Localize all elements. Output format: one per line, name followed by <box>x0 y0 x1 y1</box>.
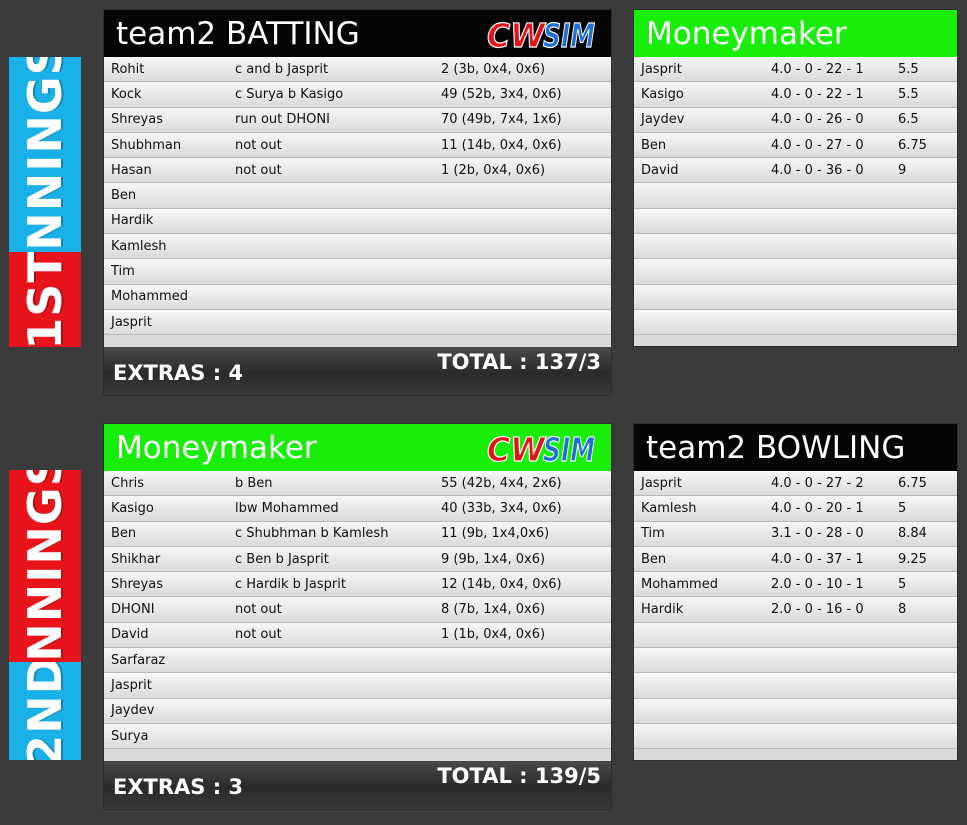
table-row: Hasan not out 1 (2b, 0x4, 0x6) <box>104 158 611 184</box>
table-row: Kock c Surya b Kasigo 49 (52b, 3x4, 0x6) <box>104 82 611 108</box>
innings-1-bowling-card: Moneymaker Jasprit 4.0 - 0 - 22 - 1 5.5 Ka… <box>634 10 957 346</box>
innings-2-label-ordinal: 2ND <box>9 662 81 760</box>
table-row: Chris b Ben 55 (42b, 4x4, 2x6) <box>104 471 611 497</box>
table-row <box>634 183 957 209</box>
table-row <box>634 648 957 674</box>
table-row: Kamlesh 4.0 - 0 - 20 - 15 <box>634 496 957 522</box>
table-row: DHONI not out 8 (7b, 1x4, 0x6) <box>104 597 611 623</box>
extras-label: EXTRAS : 3 <box>113 775 244 799</box>
table-row <box>634 284 957 310</box>
table-row: Hardik <box>104 208 611 235</box>
innings-1-batting-title: team2 BATTING <box>116 15 360 52</box>
table-row: Shreyas c Hardik b Jasprit 12 (14b, 0x4, 0… <box>104 572 611 598</box>
table-row <box>634 234 957 260</box>
innings-2-batting-title: Moneymaker <box>116 429 317 466</box>
table-row <box>634 259 957 285</box>
table-row: Surya <box>104 723 611 750</box>
table-row: Mohammed <box>104 284 611 310</box>
innings-1-bowling-title: Moneymaker <box>646 15 847 52</box>
innings-1-label-ordinal: 1ST <box>9 252 81 347</box>
svg-text:SIM: SIM <box>543 16 595 54</box>
cwsim-logo: CW SIM <box>486 429 595 468</box>
table-row: Jasprit 4.0 - 0 - 27 - 2 6.75 <box>634 471 957 497</box>
svg-text:CW: CW <box>487 16 547 54</box>
table-row: Ben 4.0 - 0 - 27 - 0 6.75 <box>634 132 957 159</box>
table-row <box>634 723 957 750</box>
table-row: Kasigo lbw Mohammed 40 (33b, 3x4, 0x6) <box>104 496 611 522</box>
total-label: TOTAL : 137/3 <box>437 350 601 374</box>
table-row <box>634 673 957 699</box>
table-row: Jaydev 4.0 - 0 - 26 - 0 6.5 <box>634 107 957 133</box>
table-row: Ben <box>104 183 611 209</box>
table-row: Ben 4.0 - 0 - 37 - 1 9.25 <box>634 546 957 573</box>
table-row: Sarfaraz <box>104 648 611 674</box>
innings-2-bowling-card: team2 BOWLING Jasprit 4.0 - 0 - 27 - 2 6.7… <box>634 424 957 760</box>
svg-text:SIM: SIM <box>543 430 595 468</box>
table-row: Jaydev <box>104 698 611 724</box>
innings-1-bowling-table: Jasprit 4.0 - 0 - 22 - 1 5.5 Kasigo 4.0 - 0… <box>634 57 957 336</box>
innings-2-batting-header: Moneymaker CW SIM <box>104 424 611 471</box>
table-row: Tim <box>104 259 611 285</box>
table-row: Shikhar c Ben b Jasprit 9 (9b, 1x4, 0x6) <box>104 546 611 573</box>
innings-1-batting-card: team2 BATTING CW SIM Rohit c and b Jaspri… <box>104 10 611 395</box>
table-row: Rohit c and b Jasprit 2 (3b, 0x4, 0x6) <box>104 57 611 83</box>
innings-2-label: INNINGS 2ND <box>9 470 81 760</box>
extras-label: EXTRAS : 4 <box>113 361 244 385</box>
innings-1-batting-table: Rohit c and b Jasprit 2 (3b, 0x4, 0x6) Koc… <box>104 57 611 336</box>
table-row: Ben c Shubhman b Kamlesh 11 (9b, 1x4,0x6) <box>104 521 611 547</box>
table-row: Shreyas run out DHONI 70 (49b, 7x4, 1x6) <box>104 107 611 133</box>
table-row: David 4.0 - 0 - 36 - 09 <box>634 158 957 184</box>
innings-1-label-innings: INNINGS <box>9 57 81 252</box>
table-row <box>634 622 957 649</box>
table-row: Hardik 2.0 - 0 - 16 - 08 <box>634 597 957 623</box>
table-row: Jasprit <box>104 673 611 699</box>
innings-2-label-innings: INNINGS <box>9 470 81 662</box>
innings-1-batting-footer: EXTRAS : 4 TOTAL : 137/3 <box>104 347 611 395</box>
table-row: Mohammed 2.0 - 0 - 10 - 15 <box>634 572 957 598</box>
innings-2-bowling-title: team2 BOWLING <box>646 429 906 466</box>
innings-2-batting-footer: EXTRAS : 3 TOTAL : 139/5 <box>104 761 611 809</box>
table-row <box>634 208 957 235</box>
table-row: Jasprit 4.0 - 0 - 22 - 1 5.5 <box>634 57 957 83</box>
table-row: Shubhman not out 11 (14b, 0x4, 0x6) <box>104 132 611 159</box>
table-row <box>634 309 957 336</box>
innings-1-label: INNINGS 1ST <box>9 57 81 347</box>
svg-text:CW: CW <box>487 430 547 468</box>
innings-2-bowling-table: Jasprit 4.0 - 0 - 27 - 2 6.75 Kamlesh 4.0 -… <box>634 471 957 750</box>
innings-2-batting-card: Moneymaker CW SIM Chris b Ben 55 (42b, 4x4… <box>104 424 611 809</box>
innings-2-batting-table: Chris b Ben 55 (42b, 4x4, 2x6) Kasigo lbw M… <box>104 471 611 750</box>
innings-1-bowling-header: Moneymaker <box>634 10 957 57</box>
table-row: David not out 1 (1b, 0x4, 0x6) <box>104 622 611 649</box>
innings-2-bowling-header: team2 BOWLING <box>634 424 957 471</box>
table-row: Kasigo 4.0 - 0 - 22 - 1 5.5 <box>634 82 957 108</box>
table-row: Tim 3.1 - 0 - 28 - 0 8.84 <box>634 521 957 547</box>
table-row <box>634 698 957 724</box>
table-row: Kamlesh <box>104 234 611 260</box>
innings-1-batting-header: team2 BATTING CW SIM <box>104 10 611 57</box>
total-label: TOTAL : 139/5 <box>437 764 601 788</box>
cwsim-logo: CW SIM <box>486 15 595 54</box>
table-row: Jasprit <box>104 309 611 336</box>
